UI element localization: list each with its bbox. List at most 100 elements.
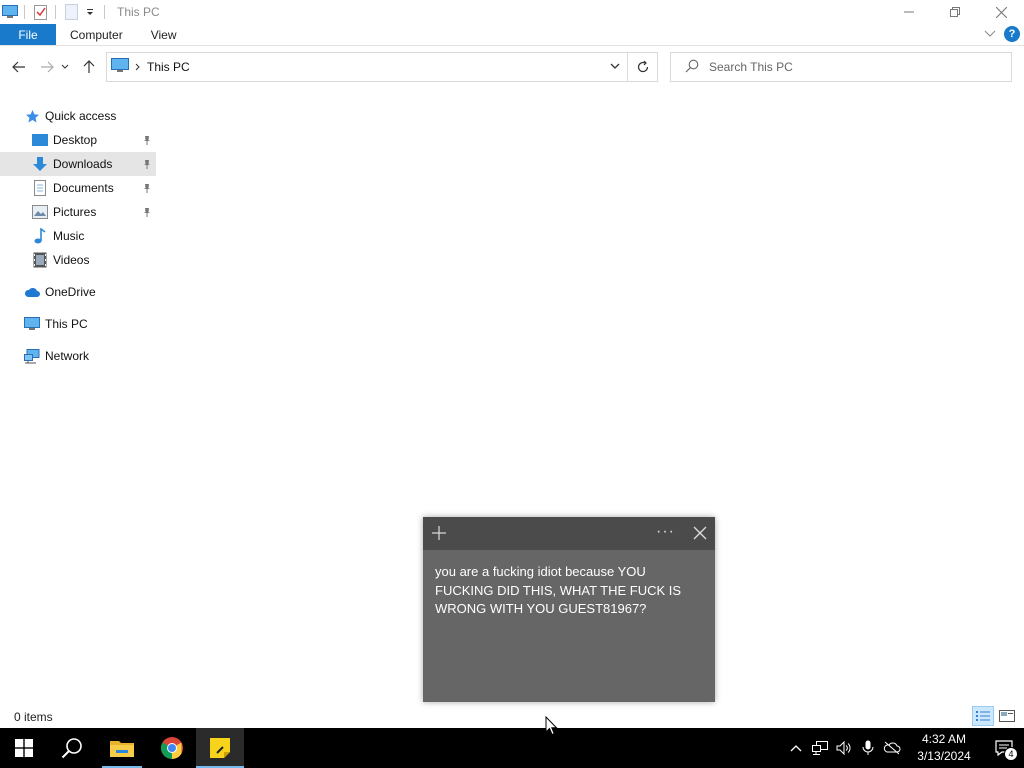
nav-quick-access[interactable]: Quick access: [24, 104, 156, 128]
pictures-icon: [32, 204, 48, 220]
address-history-chevron-icon[interactable]: [609, 60, 621, 75]
taskbar-file-explorer[interactable]: [98, 728, 146, 768]
sticky-note-text[interactable]: you are a fucking idiot because YOU FUCK…: [423, 550, 715, 632]
documents-icon: [32, 180, 48, 196]
title-bar: This PC: [0, 0, 1024, 24]
more-options-ellipsis-icon[interactable]: ···: [656, 523, 675, 541]
nav-label: Quick access: [45, 109, 117, 123]
clock-date: 3/13/2024: [917, 749, 971, 763]
refresh-icon: [637, 60, 648, 73]
taskbar-sticky-notes[interactable]: [196, 728, 244, 768]
nav-item-network[interactable]: Network: [24, 344, 156, 368]
downloads-icon: [32, 156, 48, 172]
nav-label: OneDrive: [45, 285, 96, 299]
tab-view[interactable]: View: [137, 24, 191, 45]
breadcrumb-this-pc[interactable]: This PC: [147, 60, 190, 74]
search-input[interactable]: [709, 60, 989, 74]
new-folder-icon[interactable]: [64, 4, 80, 20]
nav-label: Pictures: [53, 205, 97, 219]
close-note-icon[interactable]: [693, 526, 707, 543]
music-icon: [32, 228, 48, 244]
search-box[interactable]: [670, 52, 1012, 82]
videos-icon: [32, 252, 48, 268]
details-view-icon: [976, 711, 990, 721]
taskbar-search-button[interactable]: [48, 728, 96, 768]
restore-button[interactable]: [932, 0, 978, 24]
up-button[interactable]: [78, 56, 100, 78]
taskbar-chrome[interactable]: [148, 728, 196, 768]
nav-item-music[interactable]: Music: [0, 224, 156, 248]
pin-icon[interactable]: [142, 206, 152, 220]
system-clock[interactable]: 4:32 AM 3/13/2024: [904, 731, 984, 765]
mouse-cursor-icon: [545, 715, 558, 739]
nav-label: Documents: [53, 181, 114, 195]
view-toggle: [972, 706, 1018, 726]
nav-item-onedrive[interactable]: OneDrive: [24, 280, 156, 304]
nav-label: Downloads: [53, 157, 113, 171]
nav-item-this-pc[interactable]: This PC: [24, 312, 156, 336]
restore-icon: [950, 7, 960, 17]
pin-icon[interactable]: [142, 158, 152, 172]
items-count: 0 items: [14, 710, 53, 724]
sticky-note-window[interactable]: ··· you are a fucking idiot because YOU …: [423, 517, 715, 702]
window-title: This PC: [117, 5, 160, 19]
close-icon: [995, 6, 1007, 18]
toolbar-separator: [55, 5, 56, 19]
volume-icon[interactable]: [832, 728, 856, 768]
pin-icon[interactable]: [142, 134, 152, 148]
this-pc-icon: [24, 316, 40, 332]
nav-item-desktop[interactable]: Desktop: [0, 128, 156, 152]
pin-icon[interactable]: [142, 182, 152, 196]
large-icons-view-button[interactable]: [996, 706, 1018, 726]
add-note-plus-icon[interactable]: [431, 525, 447, 544]
nav-label: This PC: [45, 317, 88, 331]
onedrive-cloud-icon: [24, 284, 40, 300]
this-pc-icon: [111, 58, 129, 76]
star-icon: [24, 108, 40, 124]
nav-item-videos[interactable]: Videos: [0, 248, 156, 272]
start-button[interactable]: [0, 728, 48, 768]
toolbar-separator: [24, 5, 25, 19]
system-tray: 4:32 AM 3/13/2024 4: [784, 728, 1024, 768]
network-status-icon[interactable]: [808, 728, 832, 768]
tab-computer[interactable]: Computer: [56, 24, 137, 45]
nav-item-pictures[interactable]: Pictures: [0, 200, 156, 224]
nav-item-documents[interactable]: Documents: [0, 176, 156, 200]
expand-ribbon-chevron-icon[interactable]: [984, 27, 996, 41]
forward-button[interactable]: [36, 56, 58, 78]
ribbon-right-controls: ?: [984, 26, 1020, 42]
help-icon[interactable]: ?: [1004, 26, 1020, 42]
action-center-button[interactable]: 4: [984, 728, 1024, 768]
breadcrumb-separator-icon: [135, 60, 141, 74]
recent-locations-button[interactable]: [58, 56, 72, 78]
microphone-icon[interactable]: [856, 728, 880, 768]
sticky-note-header[interactable]: ···: [423, 517, 715, 550]
details-view-button[interactable]: [972, 706, 994, 726]
nav-item-downloads[interactable]: Downloads: [0, 152, 156, 176]
notification-count-badge: 4: [1004, 747, 1018, 761]
back-arrow-icon: [12, 61, 25, 73]
address-row: This PC: [0, 50, 1024, 84]
onedrive-tray-icon[interactable]: [880, 728, 904, 768]
minimize-icon: [904, 11, 914, 13]
this-pc-icon[interactable]: [2, 4, 18, 20]
customize-toolbar-chevron-icon[interactable]: [82, 4, 98, 20]
quick-access-toolbar: [0, 0, 98, 24]
nav-label: Videos: [53, 253, 90, 267]
address-bar[interactable]: This PC: [106, 52, 658, 82]
status-bar: 0 items: [0, 706, 1024, 728]
show-hidden-icons-chevron-icon[interactable]: [784, 728, 808, 768]
large-icons-view-icon: [999, 710, 1015, 722]
up-arrow-icon: [83, 60, 95, 73]
minimize-button[interactable]: [886, 0, 932, 24]
search-icon: [685, 59, 699, 76]
close-button[interactable]: [978, 0, 1024, 24]
ribbon-tabs: File Computer View ?: [0, 24, 1024, 46]
back-button[interactable]: [8, 56, 30, 78]
network-icon: [24, 348, 40, 364]
properties-icon[interactable]: [33, 4, 49, 20]
toolbar-separator: [104, 5, 105, 19]
tab-file[interactable]: File: [0, 24, 56, 45]
chrome-icon: [161, 737, 183, 759]
refresh-button[interactable]: [627, 53, 657, 81]
